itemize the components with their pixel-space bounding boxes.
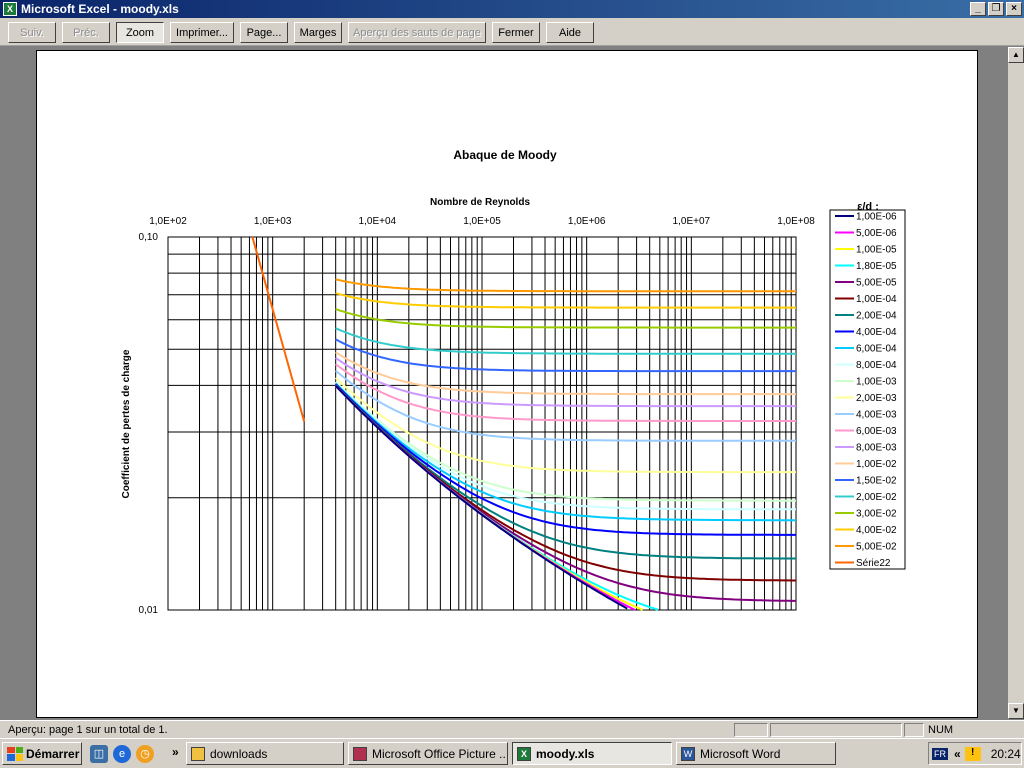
task-downloads[interactable]: downloads <box>186 742 344 765</box>
task-microsoft-word[interactable]: W Microsoft Word <box>676 742 836 765</box>
restore-button[interactable]: ❐ <box>988 2 1004 16</box>
chart-legend: ε/d : 1,00E-065,00E-061,00E-051,80E-055,… <box>829 201 906 570</box>
warning-icon[interactable]: ! <box>964 746 981 761</box>
x-tick-label: 1,0E+04 <box>359 216 397 227</box>
legend-entry: 3,00E-02 <box>856 509 897 520</box>
x-tick-label: 1,0E+02 <box>149 216 187 227</box>
windows-logo-icon <box>7 746 23 761</box>
vertical-scrollbar[interactable]: ▲ ▼ <box>1008 47 1024 719</box>
excel-icon: X <box>517 746 531 761</box>
x-tick-label: 1,0E+03 <box>254 216 292 227</box>
legend-entry: 4,00E-04 <box>856 327 897 338</box>
print-preview-toolbar: Suiv. Préc. Zoom Imprimer... Page... Mar… <box>0 18 1024 46</box>
legend-entry: Série22 <box>856 558 891 569</box>
x-tick-labels: 1,0E+02 1,0E+03 1,0E+04 1,0E+05 1,0E+06 1,0E+… <box>149 216 815 227</box>
legend-entry: 1,50E-02 <box>856 476 897 487</box>
language-indicator[interactable]: FR <box>932 747 948 760</box>
series-line <box>335 278 796 293</box>
status-text: Aperçu: page 1 sur un total de 1. <box>8 724 168 736</box>
chart-title: Abaque de Moody <box>453 148 557 162</box>
chart-grid <box>167 236 797 611</box>
next-page-button[interactable]: Suiv. <box>8 22 56 43</box>
legend-entry: 1,00E-04 <box>856 294 897 305</box>
tray-expand-icon[interactable]: « <box>954 747 961 761</box>
y-tick-label: 0,10 <box>139 232 159 243</box>
x-tick-label: 1,0E+05 <box>463 216 501 227</box>
page-break-preview-button[interactable]: Aperçu des sauts de page <box>348 22 486 43</box>
system-tray: FR « ! 20:24 <box>928 742 1022 765</box>
y-tick-labels: 0,10 0,01 <box>139 232 159 616</box>
x-tick-label: 1,0E+06 <box>568 216 606 227</box>
series-line <box>335 338 796 373</box>
page-setup-button[interactable]: Page... <box>240 22 288 43</box>
desktop-icon[interactable]: ◫ <box>90 745 108 763</box>
legend-entry: 4,00E-02 <box>856 525 897 536</box>
start-button[interactable]: Démarrer <box>2 742 82 765</box>
legend-entry: 5,00E-02 <box>856 542 897 553</box>
legend-entry: 2,00E-04 <box>856 311 897 322</box>
help-button[interactable]: Aide <box>546 22 594 43</box>
num-lock-indicator: NUM <box>928 724 954 736</box>
series-line <box>335 292 796 309</box>
legend-entry: 6,00E-03 <box>856 426 897 437</box>
word-icon: W <box>681 746 695 761</box>
status-bar: Aperçu: page 1 sur un total de 1. NUM <box>0 720 1024 738</box>
folder-icon <box>191 746 205 761</box>
print-button[interactable]: Imprimer... <box>170 22 234 43</box>
legend-entry: 2,00E-02 <box>856 492 897 503</box>
legend-entry: 1,80E-05 <box>856 261 897 272</box>
close-button[interactable]: × <box>1006 2 1022 16</box>
series-line <box>335 308 796 329</box>
picture-manager-icon <box>353 746 367 761</box>
status-panel <box>904 723 924 737</box>
legend-entry: 5,00E-06 <box>856 228 897 239</box>
legend-entry: 1,00E-05 <box>856 245 897 256</box>
x-tick-label: 1,0E+08 <box>777 216 815 227</box>
quicklaunch-overflow-icon[interactable]: » <box>172 745 179 759</box>
legend-entry: 2,00E-03 <box>856 393 897 404</box>
zoom-button[interactable]: Zoom <box>116 22 164 43</box>
excel-icon: X <box>3 2 17 16</box>
previous-page-button[interactable]: Préc. <box>62 22 110 43</box>
legend-entry: 4,00E-03 <box>856 410 897 421</box>
legend-entry: 8,00E-03 <box>856 443 897 454</box>
legend-entry: 1,00E-03 <box>856 377 897 388</box>
legend-entry: 1,00E-06 <box>856 212 897 223</box>
margins-button[interactable]: Marges <box>294 22 342 43</box>
internet-explorer-icon[interactable]: e <box>113 745 131 763</box>
window-title: Microsoft Excel - moody.xls <box>21 2 179 16</box>
task-picture-manager[interactable]: Microsoft Office Picture ... <box>348 742 508 765</box>
series-line <box>335 351 796 396</box>
legend-entry: 5,00E-05 <box>856 278 897 289</box>
close-preview-button[interactable]: Fermer <box>492 22 540 43</box>
legend-entry: 6,00E-04 <box>856 344 897 355</box>
x-tick-label: 1,0E+07 <box>673 216 711 227</box>
moody-chart: Abaque de Moody Nombre de Reynolds Coeff… <box>121 148 906 616</box>
start-label: Démarrer <box>26 746 80 761</box>
minimize-button[interactable]: _ <box>970 2 986 16</box>
y-axis-label: Coefficient de pertes de charge <box>121 349 132 498</box>
legend-entry: 8,00E-04 <box>856 360 897 371</box>
scroll-down-arrow-icon[interactable]: ▼ <box>1008 703 1024 719</box>
window-titlebar: X Microsoft Excel - moody.xls _ ❐ × <box>0 0 1024 18</box>
chart-series <box>251 236 796 611</box>
y-tick-label: 0,01 <box>139 605 159 616</box>
status-panel <box>734 723 768 737</box>
series-line <box>335 363 796 422</box>
taskbar: Démarrer ◫ e ◷ » downloads Microsoft Off… <box>0 738 1024 768</box>
laminar-series-line <box>251 236 306 422</box>
clock-icon[interactable]: ◷ <box>136 745 154 763</box>
series-line <box>335 327 796 355</box>
clock: 20:24 <box>990 746 1021 761</box>
x-axis-label: Nombre de Reynolds <box>430 197 530 208</box>
legend-entry: 1,00E-02 <box>856 459 897 470</box>
status-panel <box>770 723 902 737</box>
task-moody-xls[interactable]: X moody.xls <box>512 742 672 765</box>
scroll-up-arrow-icon[interactable]: ▲ <box>1008 47 1024 63</box>
